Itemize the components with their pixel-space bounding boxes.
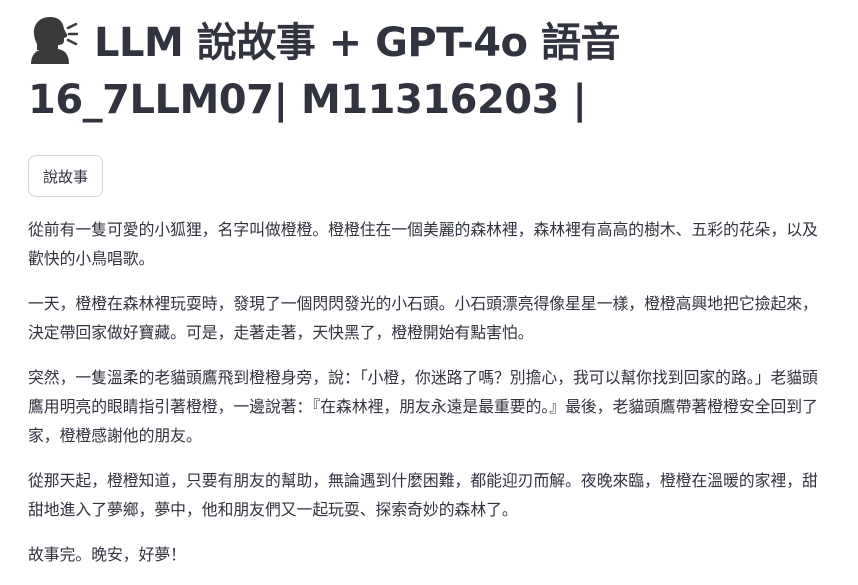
page-title: LLM 說故事 + GPT-4o 語音 16_7LLM07| M11316203 …: [28, 14, 828, 129]
tell-story-button[interactable]: 說故事: [28, 155, 104, 197]
main-content: LLM 說故事 + GPT-4o 語音 16_7LLM07| M11316203 …: [28, 14, 828, 585]
story-paragraph: 突然，一隻溫柔的老貓頭鷹飛到橙橙身旁，說：「小橙，你迷路了嗎？別擔心，我可以幫你…: [28, 368, 818, 445]
title-line-1: LLM 說故事 + GPT-4o 語音: [94, 20, 620, 66]
story-paragraph: 故事完。晚安，好夢！: [28, 545, 186, 564]
story-paragraph: 從那天起，橙橙知道，只要有朋友的幫助，無論遇到什麼困難，都能迎刃而解。夜晚來臨，…: [28, 471, 818, 519]
story-paragraph: 從前有一隻可愛的小狐狸，名字叫做橙橙。橙橙住在一個美麗的森林裡，森林裡有高高的樹…: [28, 220, 818, 268]
title-line-2: 16_7LLM07| M11316203 |: [28, 77, 587, 123]
story-paragraph: 一天，橙橙在森林裡玩耍時，發現了一個閃閃發光的小石頭。小石頭漂亮得像星星一樣，橙…: [28, 294, 818, 342]
story-text: 從前有一隻可愛的小狐狸，名字叫做橙橙。橙橙住在一個美麗的森林裡，森林裡有高高的樹…: [28, 215, 828, 569]
speaking-head-icon: [28, 14, 78, 64]
